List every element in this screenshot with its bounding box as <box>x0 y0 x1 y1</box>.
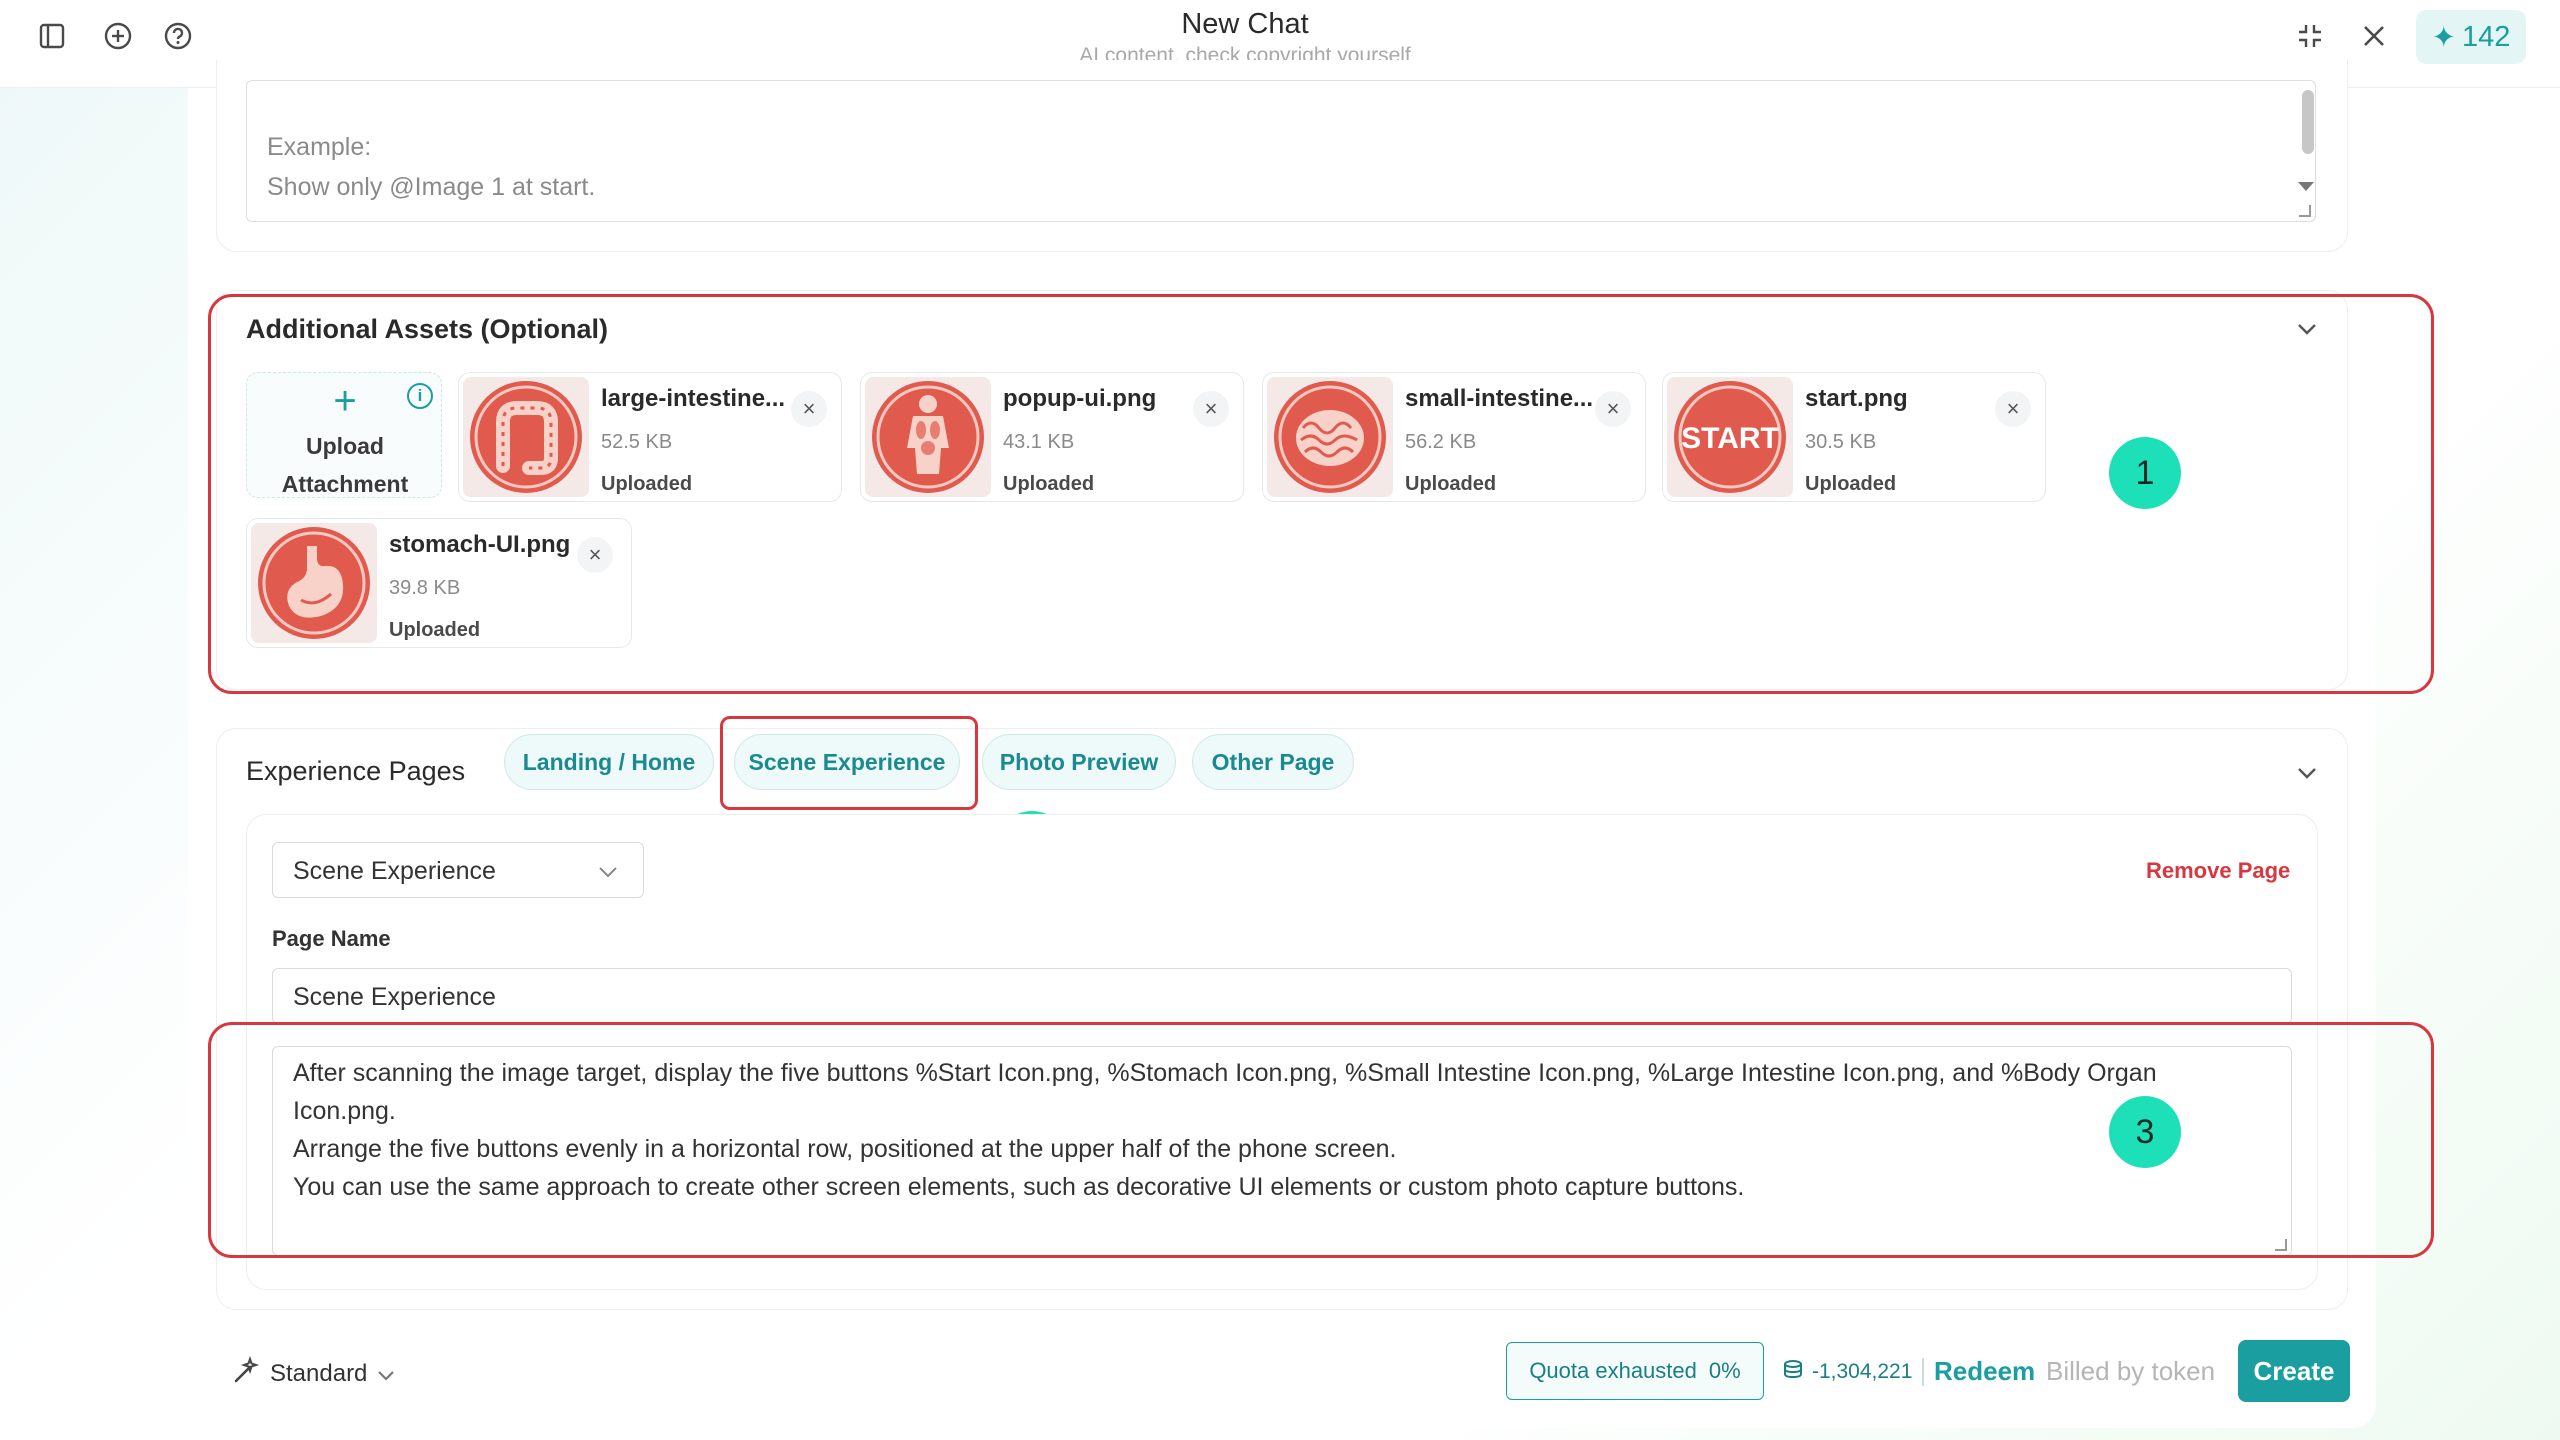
upload-label: Upload <box>306 433 384 459</box>
credits-badge[interactable]: ✦ 142 <box>2416 10 2526 64</box>
asset-name: stomach-UI.png <box>389 531 571 558</box>
asset-size: 39.8 KB <box>389 577 461 599</box>
resize-grip-icon[interactable] <box>2299 205 2311 217</box>
large-intestine-icon <box>463 377 589 497</box>
asset-status: Uploaded <box>601 473 693 495</box>
remove-page-button[interactable]: Remove Page <box>2146 858 2290 884</box>
page-select-dropdown[interactable]: Scene Experience <box>272 842 644 898</box>
page-name-value: Scene Experience <box>293 983 496 1011</box>
asset-size: 43.1 KB <box>1003 431 1075 453</box>
upload-label: Attachment <box>281 471 409 497</box>
asset-status: Uploaded <box>389 619 481 641</box>
start-icon: START <box>1667 377 1793 497</box>
info-icon[interactable]: i <box>407 383 433 409</box>
tab-photo-preview[interactable]: Photo Preview <box>982 734 1176 790</box>
quota-label: Quota exhausted <box>1529 1358 1697 1383</box>
chevron-down-icon[interactable] <box>2296 762 2318 784</box>
annotation-marker: 3 <box>2109 1096 2181 1168</box>
mode-selector[interactable]: Standard <box>230 1355 395 1392</box>
page-select-value: Scene Experience <box>293 857 496 885</box>
start-thumb-text: START <box>1681 422 1779 455</box>
quota-percent: 0% <box>1708 1358 1741 1383</box>
asset-tile[interactable]: START start.png 30.5 KB Uploaded × <box>1662 372 2046 502</box>
quota-status-badge[interactable]: Quota exhausted 0% <box>1506 1342 1764 1400</box>
chevron-down-icon[interactable] <box>2296 318 2318 340</box>
scroll-down-arrow-icon[interactable] <box>2298 182 2314 191</box>
remove-asset-close-icon[interactable]: × <box>1595 391 1631 427</box>
page-name-label: Page Name <box>272 926 391 951</box>
remove-asset-close-icon[interactable]: × <box>577 537 613 573</box>
asset-size: 30.5 KB <box>1805 431 1877 453</box>
asset-size: 56.2 KB <box>1405 431 1477 453</box>
prompt-line: Example: <box>267 133 372 161</box>
stomach-icon <box>251 523 377 643</box>
page-title: New Chat <box>1181 8 1309 40</box>
remove-asset-close-icon[interactable]: × <box>1995 391 2031 427</box>
prompt-line: Show only @Image 1 at start. <box>267 173 596 201</box>
page-name-input[interactable]: Scene Experience <box>272 968 2292 1024</box>
resize-grip-icon[interactable] <box>2275 1239 2287 1251</box>
collapse-icon[interactable] <box>2292 18 2328 54</box>
asset-name: small-intestine... <box>1405 385 1594 412</box>
annotation-marker: 1 <box>2109 437 2181 509</box>
close-icon[interactable] <box>2356 18 2392 54</box>
token-count-value: -1,304,221 <box>1812 1360 1913 1383</box>
chevron-down-icon <box>377 1360 395 1388</box>
description-line: Icon.png. <box>293 1097 396 1125</box>
token-balance: -1,304,221 <box>1782 1358 1912 1386</box>
sparkle-icon: ✦ <box>2431 21 2456 54</box>
tab-scene-experience[interactable]: Scene Experience <box>734 734 960 790</box>
description-line: After scanning the image target, display… <box>293 1059 2157 1087</box>
description-line: You can use the same approach to create … <box>293 1173 1745 1201</box>
asset-tile[interactable]: large-intestine... 52.5 KB Uploaded × <box>458 372 842 502</box>
asset-status: Uploaded <box>1805 473 1897 495</box>
asset-tile[interactable]: stomach-UI.png 39.8 KB Uploaded × <box>246 518 632 648</box>
scrollbar-thumb[interactable] <box>2302 90 2314 154</box>
prompt-line-hidden <box>267 81 274 102</box>
asset-name: start.png <box>1805 385 1908 412</box>
credits-count: 142 <box>2461 20 2511 53</box>
prompt-textarea[interactable]: Example: Show only @Image 1 at start. <box>246 80 2316 222</box>
asset-tile[interactable]: popup-ui.png 43.1 KB Uploaded × <box>860 372 1244 502</box>
asset-tile[interactable]: small-intestine... 56.2 KB Uploaded × <box>1262 372 1646 502</box>
asset-size: 52.5 KB <box>601 431 673 453</box>
small-intestine-icon <box>1267 377 1393 497</box>
chevron-down-icon <box>597 861 619 883</box>
billing-note: Billed by token <box>2046 1356 2216 1386</box>
remove-asset-close-icon[interactable]: × <box>791 391 827 427</box>
divider <box>1922 1358 1924 1386</box>
asset-status: Uploaded <box>1405 473 1497 495</box>
mode-label: Standard <box>270 1359 368 1387</box>
body-organ-icon <box>865 377 991 497</box>
asset-status: Uploaded <box>1003 473 1095 495</box>
upload-attachment-button[interactable]: + Upload Attachment i <box>246 372 442 498</box>
page-description-textarea[interactable]: After scanning the image target, display… <box>272 1046 2292 1256</box>
assets-section-title: Additional Assets (Optional) <box>246 314 609 344</box>
create-button[interactable]: Create <box>2238 1340 2350 1402</box>
redeem-link[interactable]: Redeem <box>1934 1356 2035 1387</box>
experience-section-title: Experience Pages <box>246 756 466 786</box>
asset-name: large-intestine... <box>601 385 786 412</box>
remove-asset-close-icon[interactable]: × <box>1193 391 1229 427</box>
tab-other-page[interactable]: Other Page <box>1192 734 1354 790</box>
tab-landing-home[interactable]: Landing / Home <box>504 734 714 790</box>
coin-stack-icon <box>1782 1358 1804 1386</box>
magic-wand-icon <box>230 1355 260 1392</box>
description-line: Arrange the five buttons evenly in a hor… <box>293 1135 1397 1163</box>
asset-name: popup-ui.png <box>1003 385 1157 412</box>
